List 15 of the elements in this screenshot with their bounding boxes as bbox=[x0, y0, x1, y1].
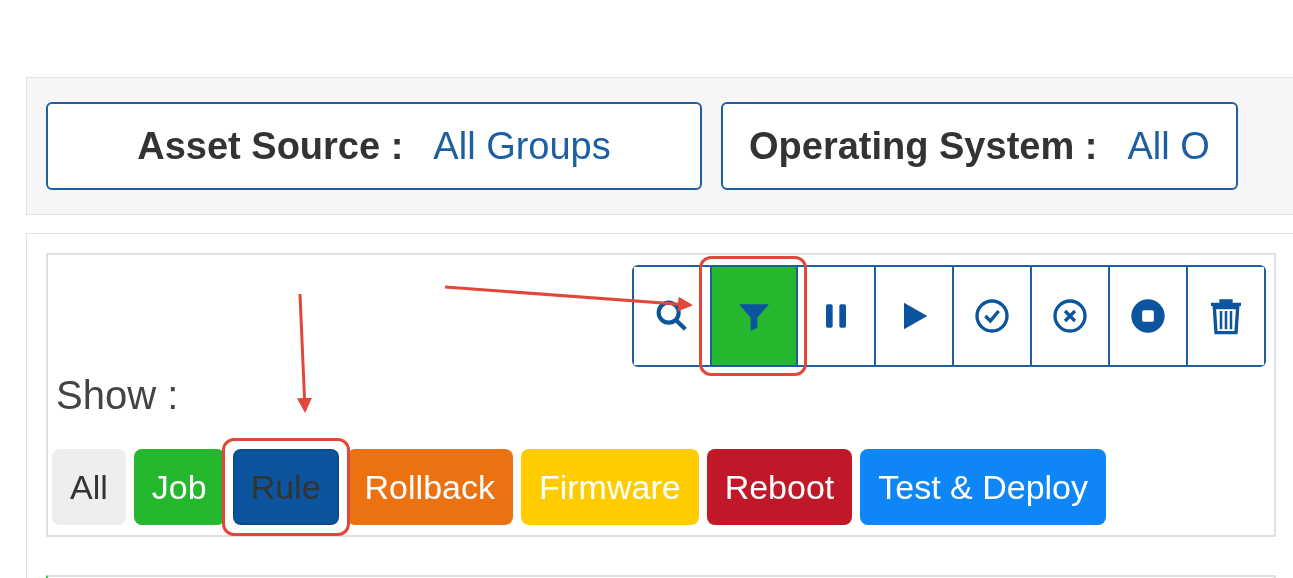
stop-icon bbox=[1128, 296, 1168, 336]
trash-button[interactable] bbox=[1186, 267, 1264, 365]
show-label: Show : bbox=[56, 375, 179, 415]
type-filter-chip[interactable]: Test & Deploy bbox=[860, 449, 1107, 525]
type-filter-chip[interactable]: All bbox=[52, 449, 126, 525]
cancel-circle-icon bbox=[1050, 296, 1090, 336]
filter-dropdown[interactable]: Operating System : All O bbox=[721, 102, 1238, 190]
check-circle-icon bbox=[972, 296, 1012, 336]
type-filter-chip[interactable]: Job bbox=[133, 449, 225, 525]
filter-value: All Groups bbox=[433, 123, 611, 169]
filter-label: Operating System : bbox=[749, 123, 1098, 169]
filter-label: Asset Source : bbox=[137, 123, 404, 169]
filter-value: All O bbox=[1127, 123, 1210, 169]
type-filter-chip[interactable]: Reboot bbox=[706, 449, 853, 525]
filter-dropdown[interactable]: Asset Source : All Groups bbox=[46, 102, 702, 190]
